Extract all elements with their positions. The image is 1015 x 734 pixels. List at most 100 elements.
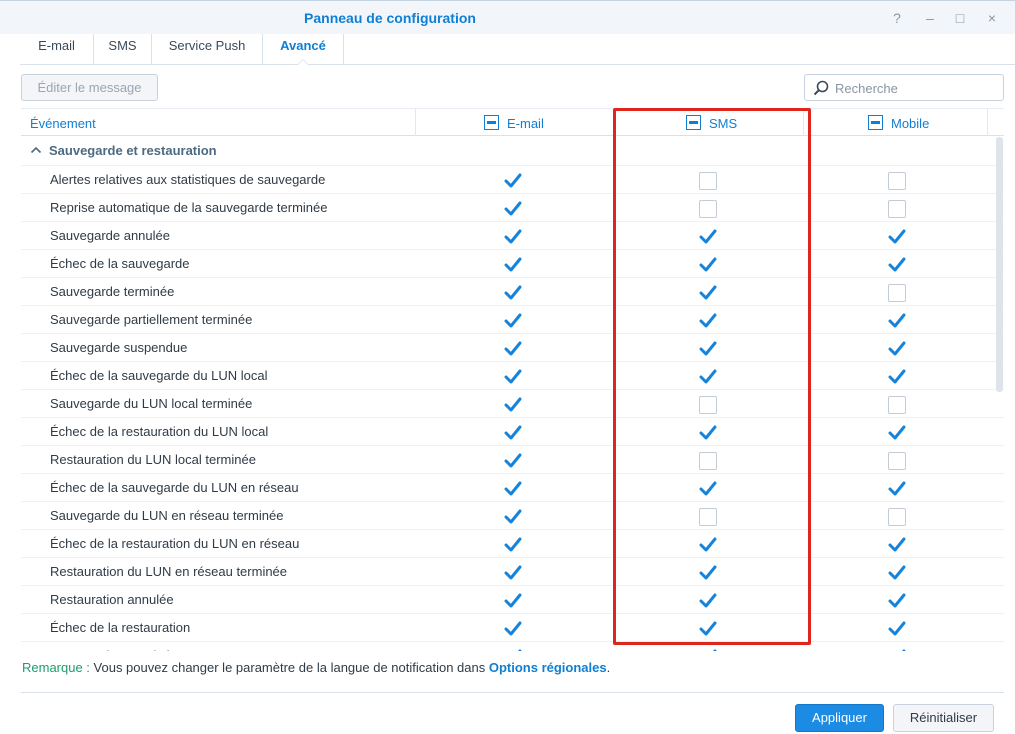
tab-sms[interactable]: SMS [94, 34, 152, 64]
email-checkbox[interactable] [504, 592, 522, 610]
sms-checkbox[interactable] [699, 536, 717, 554]
sms-checkbox[interactable] [699, 480, 717, 498]
mobile-checkbox[interactable] [888, 452, 906, 470]
event-name: Échec de la sauvegarde [50, 256, 190, 271]
email-checkbox[interactable] [504, 172, 522, 190]
sms-checkbox[interactable] [699, 396, 717, 414]
mobile-checkbox[interactable] [888, 256, 906, 274]
group-row[interactable]: Sauvegarde et restauration [21, 137, 1004, 165]
email-checkbox[interactable] [504, 396, 522, 414]
checkmark-icon [888, 369, 906, 384]
mobile-checkbox[interactable] [888, 648, 906, 651]
minimize-icon[interactable]: – [921, 9, 939, 27]
search-input[interactable] [835, 79, 995, 97]
sms-checkbox[interactable] [699, 200, 717, 218]
mobile-checkbox[interactable] [888, 172, 906, 190]
mobile-checkbox[interactable] [888, 536, 906, 554]
email-checkbox[interactable] [504, 508, 522, 526]
sms-checkbox[interactable] [699, 284, 717, 302]
sms-checkbox[interactable] [699, 368, 717, 386]
checkmark-icon [699, 257, 717, 272]
email-checkbox[interactable] [504, 312, 522, 330]
email-checkbox[interactable] [504, 228, 522, 246]
mobile-checkbox[interactable] [888, 368, 906, 386]
checkmark-icon [504, 481, 522, 496]
table-row: Échec de la restauration du LUN en résea… [21, 529, 1004, 557]
mobile-checkbox[interactable] [888, 228, 906, 246]
column-header-email[interactable]: E-mail [415, 109, 613, 136]
tab-avance[interactable]: Avancé [263, 34, 344, 65]
checkmark-icon [888, 565, 906, 580]
remark-note: Remarque : Vous pouvez changer le paramè… [22, 660, 610, 675]
sms-checkbox[interactable] [699, 172, 717, 190]
edit-message-button[interactable]: Éditer le message [21, 74, 158, 101]
email-checkbox[interactable] [504, 340, 522, 358]
sms-checkbox[interactable] [699, 424, 717, 442]
email-checkbox[interactable] [504, 200, 522, 218]
email-checkbox[interactable] [504, 256, 522, 274]
window-titlebar: Panneau de configuration ? – □ × [0, 0, 1015, 34]
column-header-spacer [987, 109, 1004, 136]
regional-options-link[interactable]: Options régionales [489, 660, 607, 675]
mobile-checkbox[interactable] [888, 508, 906, 526]
help-icon[interactable]: ? [888, 9, 906, 27]
mobile-checkbox[interactable] [888, 340, 906, 358]
email-checkbox[interactable] [504, 368, 522, 386]
email-checkbox[interactable] [504, 284, 522, 302]
email-select-all-checkbox[interactable] [484, 115, 499, 130]
column-header-event[interactable]: Événement [30, 116, 96, 131]
checkmark-icon [504, 341, 522, 356]
sms-checkbox[interactable] [699, 564, 717, 582]
mobile-checkbox[interactable] [888, 284, 906, 302]
email-checkbox[interactable] [504, 424, 522, 442]
checkmark-icon [504, 229, 522, 244]
reset-button[interactable]: Réinitialiser [893, 704, 994, 732]
mobile-checkbox[interactable] [888, 424, 906, 442]
mobile-checkbox[interactable] [888, 200, 906, 218]
mobile-checkbox[interactable] [888, 564, 906, 582]
sms-checkbox[interactable] [699, 340, 717, 358]
checkmark-icon [699, 341, 717, 356]
column-header-mobile[interactable]: Mobile [803, 109, 987, 136]
email-checkbox[interactable] [504, 564, 522, 582]
checkmark-icon [699, 313, 717, 328]
checkmark-icon [504, 201, 522, 216]
mobile-checkbox[interactable] [888, 620, 906, 638]
email-checkbox[interactable] [504, 452, 522, 470]
grid-header: Événement E-mail SMS Mobile [21, 108, 1004, 136]
sms-checkbox[interactable] [699, 228, 717, 246]
search-box[interactable] [804, 74, 1004, 101]
mobile-checkbox[interactable] [888, 396, 906, 414]
sms-checkbox[interactable] [699, 592, 717, 610]
mobile-select-all-checkbox[interactable] [868, 115, 883, 130]
active-tab-caret [297, 59, 309, 65]
column-header-sms[interactable]: SMS [613, 109, 803, 136]
checkmark-icon [699, 285, 717, 300]
sms-select-all-checkbox[interactable] [686, 115, 701, 130]
maximize-icon[interactable]: □ [951, 9, 969, 27]
tab-service-push[interactable]: Service Push [152, 34, 263, 64]
sms-checkbox[interactable] [699, 312, 717, 330]
email-checkbox[interactable] [504, 620, 522, 638]
checkmark-icon [699, 229, 717, 244]
sms-checkbox[interactable] [699, 508, 717, 526]
sms-checkbox[interactable] [699, 648, 717, 651]
tab-email[interactable]: E-mail [20, 34, 94, 64]
sms-checkbox[interactable] [699, 256, 717, 274]
sms-checkbox[interactable] [699, 620, 717, 638]
tab-sms-label: SMS [108, 38, 137, 53]
mobile-checkbox[interactable] [888, 592, 906, 610]
table-row: Échec de la sauvegarde [21, 249, 1004, 277]
sms-checkbox[interactable] [699, 452, 717, 470]
close-icon[interactable]: × [983, 9, 1001, 27]
checkmark-icon [504, 173, 522, 188]
apply-button[interactable]: Appliquer [795, 704, 884, 732]
email-checkbox[interactable] [504, 480, 522, 498]
mobile-checkbox[interactable] [888, 480, 906, 498]
email-checkbox[interactable] [504, 536, 522, 554]
scrollbar-thumb[interactable] [996, 137, 1003, 392]
email-checkbox[interactable] [504, 648, 522, 651]
checkmark-icon [713, 649, 717, 651]
mobile-checkbox[interactable] [888, 312, 906, 330]
chevron-up-icon[interactable] [30, 144, 42, 156]
